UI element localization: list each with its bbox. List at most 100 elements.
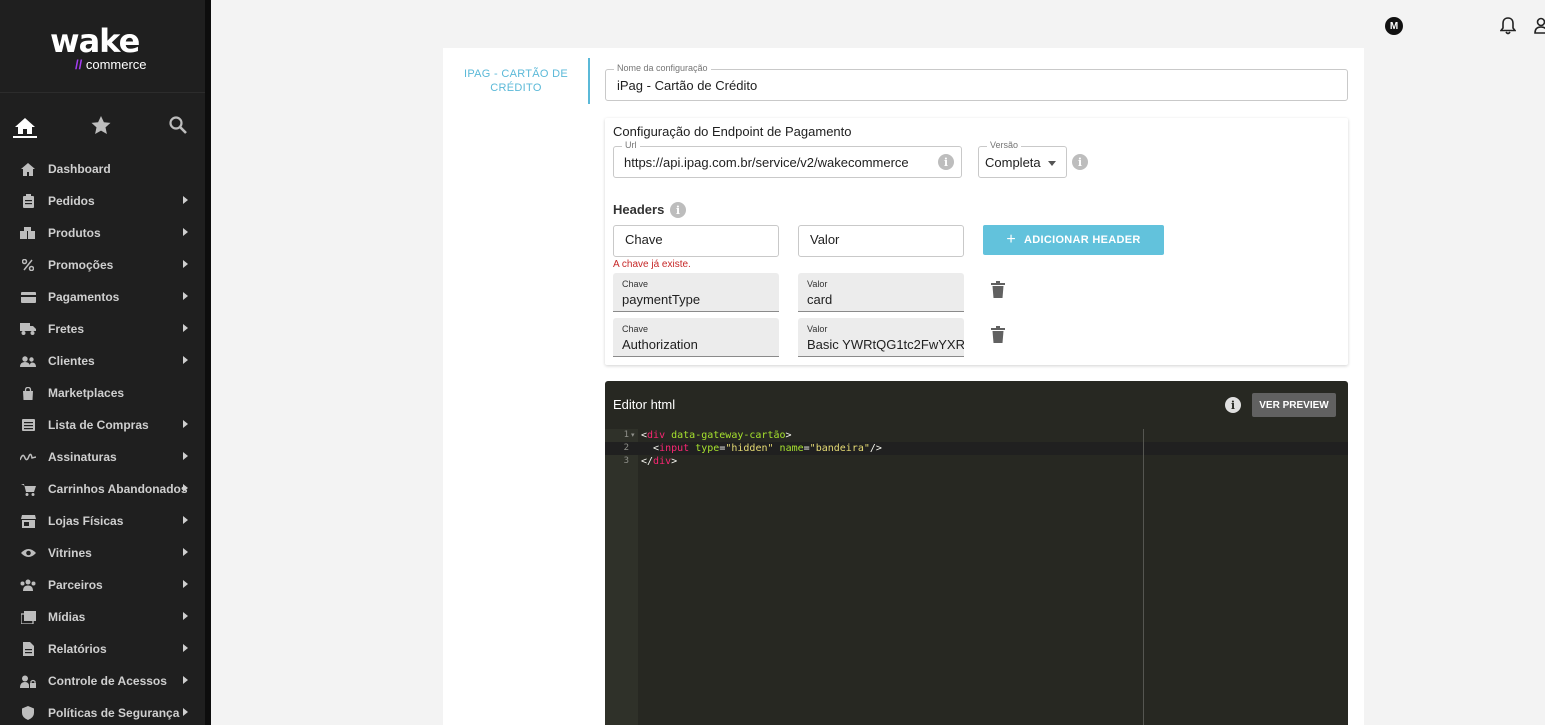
header-row-key-value: paymentType: [622, 292, 701, 307]
header-row-value[interactable]: Valor Basic YWRtQG1tc2FwYXRhLmNvbTpQYXNz…: [798, 318, 964, 357]
headers-info-icon[interactable]: i: [670, 202, 686, 218]
sidebar-item-label: Clientes: [48, 354, 95, 368]
endpoint-title: Configuração do Endpoint de Pagamento: [613, 124, 852, 139]
fold-icon[interactable]: ▾: [631, 429, 635, 442]
line-number: 3: [623, 456, 629, 466]
list-icon: [20, 417, 36, 433]
chevron-right-icon: [183, 676, 188, 684]
sidebar-item-lista-de-compras[interactable]: Lista de Compras: [0, 409, 205, 441]
chevron-right-icon: [183, 452, 188, 460]
sidebar-item-produtos[interactable]: Produtos: [0, 217, 205, 249]
search-icon[interactable]: [166, 115, 190, 135]
chevron-right-icon: [183, 708, 188, 716]
sidebar-item-label: Promoções: [48, 258, 114, 272]
sidebar-item-label: Assinaturas: [48, 450, 117, 464]
header-row-value[interactable]: Valor card: [798, 273, 964, 312]
sidebar-item-label: Fretes: [48, 322, 85, 336]
config-name-label: Nome da configuração: [614, 63, 711, 74]
sidebar-item-label: Pagamentos: [48, 290, 120, 304]
chevron-right-icon: [183, 548, 188, 556]
chevron-right-icon: [183, 644, 188, 652]
sidebar-item-pedidos[interactable]: Pedidos: [0, 185, 205, 217]
sidebar-item-pagamentos[interactable]: Pagamentos: [0, 281, 205, 313]
credit-card-icon: [20, 289, 36, 305]
chevron-right-icon: [183, 484, 188, 492]
chevron-right-icon: [183, 420, 188, 428]
store-icon: [20, 513, 36, 529]
avatar[interactable]: M: [1385, 17, 1403, 35]
header-row-key[interactable]: Chave Authorization: [613, 318, 779, 357]
sidebar-item-politicas-de-seguranca[interactable]: Políticas de Segurança: [0, 697, 205, 725]
code-line: </div>: [641, 456, 678, 467]
partners-icon: [20, 577, 36, 593]
header-row-key[interactable]: Chave paymentType: [613, 273, 779, 312]
signature-icon: [20, 449, 36, 465]
header-key-placeholder: Chave: [625, 232, 663, 247]
dashboard-icon: [20, 161, 36, 177]
add-header-button[interactable]: + ADICIONAR HEADER: [983, 225, 1164, 255]
chevron-right-icon: [183, 292, 188, 300]
header-row-key-value: Authorization: [622, 337, 698, 352]
code-area[interactable]: [638, 429, 1348, 725]
star-icon[interactable]: [89, 115, 113, 135]
sidebar-item-promocoes[interactable]: Promoções: [0, 249, 205, 281]
sidebar-item-relatorios[interactable]: Relatórios: [0, 633, 205, 665]
header-row-value-label: Valor: [807, 279, 828, 289]
delete-icon[interactable]: [991, 326, 1005, 343]
chevron-right-icon: [183, 356, 188, 364]
boxes-icon: [20, 225, 36, 241]
editor-title: Editor html: [613, 397, 676, 412]
header-value-input[interactable]: Valor: [798, 225, 964, 257]
sidebar-item-assinaturas[interactable]: Assinaturas: [0, 441, 205, 473]
sidebar-item-fretes[interactable]: Fretes: [0, 313, 205, 345]
sidebar-item-midias[interactable]: Mídias: [0, 601, 205, 633]
quick-nav: [0, 93, 211, 155]
version-info-icon[interactable]: i: [1072, 154, 1088, 170]
sidebar-item-carrinhos-abandonados[interactable]: Carrinhos Abandonados: [0, 473, 205, 505]
brand-name: wake: [50, 22, 140, 60]
url-info-icon[interactable]: i: [938, 154, 954, 170]
sidebar-item-lojas-fisicas[interactable]: Lojas Físicas: [0, 505, 205, 537]
user-icon[interactable]: [1534, 17, 1545, 35]
url-field[interactable]: Url https://api.ipag.com.br/service/v2/w…: [613, 140, 962, 178]
delete-icon[interactable]: [991, 281, 1005, 298]
header-key-input[interactable]: Chave: [613, 225, 779, 257]
sidebar-item-label: Vitrines: [48, 546, 92, 560]
brand-subtitle: // commerce: [75, 57, 147, 72]
sidebar-item-label: Carrinhos Abandonados: [48, 482, 188, 496]
sidebar-item-marketplaces[interactable]: Marketplaces: [0, 377, 205, 409]
sidebar-item-clientes[interactable]: Clientes: [0, 345, 205, 377]
brand-logo[interactable]: wake // commerce: [0, 0, 211, 93]
tab-indicator: [588, 58, 590, 104]
header-row-value-label: Valor: [807, 324, 828, 334]
line-number: 1: [623, 430, 629, 440]
sidebar-item-label: Relatórios: [48, 642, 107, 656]
chevron-right-icon: [183, 580, 188, 588]
user-lock-icon: [20, 673, 36, 689]
version-value: Completa: [985, 155, 1041, 170]
home-icon[interactable]: [13, 115, 37, 138]
chevron-right-icon: [183, 196, 188, 204]
sidebar-item-label: Políticas de Segurança: [48, 706, 180, 720]
sidebar-item-label: Parceiros: [48, 578, 103, 592]
sidebar-item-label: Marketplaces: [48, 386, 125, 400]
version-select[interactable]: Versão Completa: [978, 140, 1067, 178]
preview-button[interactable]: VER PREVIEW: [1252, 393, 1336, 417]
config-name-value: iPag - Cartão de Crédito: [617, 78, 758, 93]
header-row-value-value: Basic YWRtQG1tc2FwYXRhLmNvbTpQYXNzd29yZA…: [807, 337, 964, 352]
tab-ipag[interactable]: IPAG - CARTÃO DE CRÉDITO: [461, 67, 571, 95]
sidebar-item-vitrines[interactable]: Vitrines: [0, 537, 205, 569]
header-row-key-label: Chave: [622, 324, 649, 334]
sidebar-menu: Dashboard Pedidos Produtos Promoções Pagamen…: [0, 153, 205, 725]
sidebar-item-parceiros[interactable]: Parceiros: [0, 569, 205, 601]
header-error-message: A chave já existe.: [613, 259, 691, 270]
cart-icon: [20, 481, 36, 497]
sidebar-item-controle-de-acessos[interactable]: Controle de Acessos: [0, 665, 205, 697]
sidebar-item-dashboard[interactable]: Dashboard: [0, 153, 205, 185]
sidebar-item-label: Lojas Físicas: [48, 514, 124, 528]
bell-icon[interactable]: [1499, 17, 1517, 35]
config-name-field[interactable]: Nome da configuração iPag - Cartão de Cr…: [605, 63, 1348, 101]
chevron-right-icon: [183, 260, 188, 268]
editor-gutter: [605, 429, 638, 725]
editor-info-icon[interactable]: i: [1225, 397, 1241, 413]
